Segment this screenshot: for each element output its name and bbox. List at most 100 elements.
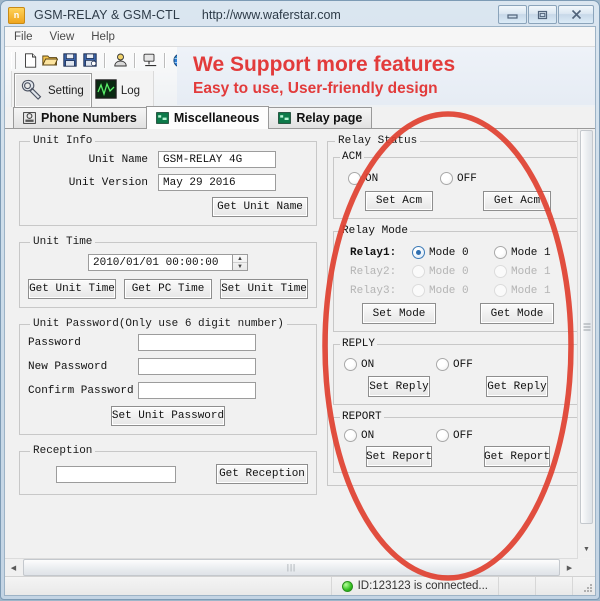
unit-version-input[interactable]: May 29 2016 — [158, 174, 276, 191]
relay-status-group: Relay Status ACM ON OFF Set Acm Get Acm … — [327, 135, 589, 486]
resize-grip-icon[interactable] — [573, 577, 595, 595]
relay1-mode0-label: Mode 0 — [429, 246, 469, 259]
tab-phone-numbers[interactable]: Phone Numbers — [13, 107, 147, 128]
acm-on-option[interactable]: ON — [348, 172, 440, 185]
get-acm-button[interactable]: Get Acm — [483, 191, 551, 211]
connection-status-text: ID:123123 is connected... — [357, 580, 488, 592]
password-input[interactable] — [138, 334, 256, 351]
set-unit-password-button[interactable]: Set Unit Password — [111, 406, 225, 426]
new-password-input[interactable] — [138, 358, 256, 375]
toolbar-grip[interactable] — [11, 51, 16, 69]
set-reply-button[interactable]: Set Reply — [368, 376, 430, 397]
window-title: GSM-RELAY & GSM-CTL — [34, 8, 180, 22]
report-on-option[interactable]: ON — [344, 429, 436, 442]
report-off-option[interactable]: OFF — [436, 429, 473, 442]
status-bar-pane-2 — [499, 577, 536, 595]
reply-off-radio[interactable] — [436, 358, 449, 371]
scroll-right-arrow-icon[interactable]: ▶ — [561, 559, 578, 576]
relay2-label: Relay2: — [350, 265, 397, 278]
acm-on-radio[interactable] — [348, 172, 361, 185]
unit-version-row: Unit Version May 29 2016 — [28, 174, 308, 191]
setting-button[interactable]: Setting — [14, 73, 92, 108]
get-reply-button[interactable]: Get Reply — [486, 376, 548, 397]
unit-info-actions: Get Unit Name — [28, 197, 308, 217]
toolbar-separator-2 — [134, 52, 136, 68]
get-unit-name-button[interactable]: Get Unit Name — [212, 197, 308, 217]
horizontal-scrollbar[interactable]: ◀ ||| ▶ — [5, 558, 578, 576]
save-icon[interactable] — [60, 51, 80, 70]
menu-item-help[interactable]: Help — [91, 31, 115, 43]
client-area: File View Help Setting Log We Support mo… — [4, 26, 596, 596]
tab-relay-page[interactable]: Relay page — [268, 107, 373, 128]
relay3-mode1-option: Mode 1 — [494, 284, 576, 297]
report-actions: Set Report Get Report — [340, 446, 576, 467]
acm-actions: Set Acm Get Acm — [340, 191, 576, 211]
new-file-icon[interactable] — [20, 51, 40, 70]
acm-off-radio[interactable] — [440, 172, 453, 185]
relay1-mode1-option[interactable]: Mode 1 — [494, 246, 576, 259]
spin-down-icon[interactable]: ▼ — [233, 263, 247, 270]
misc-icon — [156, 112, 169, 124]
settings-page: Unit Info Unit Name GSM-RELAY 4G Unit Ve… — [5, 129, 589, 558]
relay3-mode1-radio — [494, 284, 507, 297]
report-off-radio[interactable] — [436, 429, 449, 442]
reception-row: Get Reception — [28, 461, 308, 486]
reply-on-radio[interactable] — [344, 358, 357, 371]
report-on-label: ON — [361, 429, 375, 442]
log-button-label: Log — [120, 84, 140, 97]
relay2-mode0-label: Mode 0 — [429, 265, 469, 278]
relay1-mode1-radio[interactable] — [494, 246, 507, 259]
relay2-mode1-label: Mode 1 — [511, 265, 551, 278]
scroll-left-arrow-icon[interactable]: ◀ — [5, 559, 22, 576]
password-label: Password — [28, 336, 81, 349]
unit-info-legend: Unit Info — [33, 135, 93, 147]
unit-info-group: Unit Info Unit Name GSM-RELAY 4G Unit Ve… — [19, 135, 317, 226]
get-reception-button[interactable]: Get Reception — [216, 464, 308, 484]
set-unit-time-button[interactable]: Set Unit Time — [220, 279, 308, 299]
save-as-icon[interactable] — [80, 51, 100, 70]
vertical-scrollbar-thumb[interactable] — [580, 130, 593, 524]
unit-time-stepper[interactable]: 2010/01/01 00:00:00 ▲ ▼ — [88, 254, 248, 271]
icon-toolbar — [11, 49, 190, 71]
report-on-radio[interactable] — [344, 429, 357, 442]
set-acm-button[interactable]: Set Acm — [365, 191, 433, 211]
new-password-row: New Password — [28, 358, 308, 375]
get-pc-time-button[interactable]: Get PC Time — [124, 279, 212, 299]
set-report-button[interactable]: Set Report — [366, 446, 432, 467]
get-report-button[interactable]: Get Report — [484, 446, 550, 467]
relay1-mode0-option[interactable]: Mode 0 — [412, 246, 494, 259]
relay-mode-group: Relay Mode Relay1: Mode 0 Mode 1 Relay2:… — [333, 225, 583, 332]
relay2-mode0-radio — [412, 265, 425, 278]
unit-time-input[interactable]: 2010/01/01 00:00:00 — [88, 254, 233, 271]
user-icon[interactable] — [110, 51, 130, 70]
relay3-label: Relay3: — [350, 284, 397, 297]
tab-miscellaneous[interactable]: Miscellaneous — [145, 106, 270, 129]
scroll-down-arrow-icon[interactable]: ▼ — [578, 541, 595, 558]
reply-on-option[interactable]: ON — [344, 358, 436, 371]
maximize-button[interactable] — [528, 5, 557, 24]
unit-time-spin-buttons[interactable]: ▲ ▼ — [233, 254, 248, 271]
minimize-button[interactable] — [498, 5, 527, 24]
connect-icon[interactable] — [140, 51, 160, 70]
close-button[interactable] — [558, 5, 594, 24]
menu-item-view[interactable]: View — [50, 31, 75, 43]
get-unit-time-button[interactable]: Get Unit Time — [28, 279, 116, 299]
log-button[interactable]: Log — [92, 76, 147, 105]
menu-item-file[interactable]: File — [14, 31, 33, 43]
scrollbar-grip-icon — [583, 322, 590, 333]
vertical-scrollbar[interactable]: ▼ — [577, 129, 595, 558]
open-folder-icon[interactable] — [40, 51, 60, 70]
set-mode-button[interactable]: Set Mode — [362, 303, 436, 324]
unit-name-label: Unit Name — [88, 153, 148, 166]
relay3-mode1-label: Mode 1 — [511, 284, 551, 297]
spin-up-icon[interactable]: ▲ — [233, 255, 247, 263]
get-mode-button[interactable]: Get Mode — [480, 303, 554, 324]
relay1-mode0-radio[interactable] — [412, 246, 425, 259]
horizontal-scrollbar-thumb[interactable]: ||| — [23, 559, 560, 576]
confirm-password-input[interactable] — [138, 382, 256, 399]
reception-input[interactable] — [56, 465, 176, 483]
toolbar-separator-3 — [164, 52, 166, 68]
acm-off-option[interactable]: OFF — [440, 172, 477, 185]
unit-name-input[interactable]: GSM-RELAY 4G — [158, 151, 276, 168]
reply-off-option[interactable]: OFF — [436, 358, 473, 371]
